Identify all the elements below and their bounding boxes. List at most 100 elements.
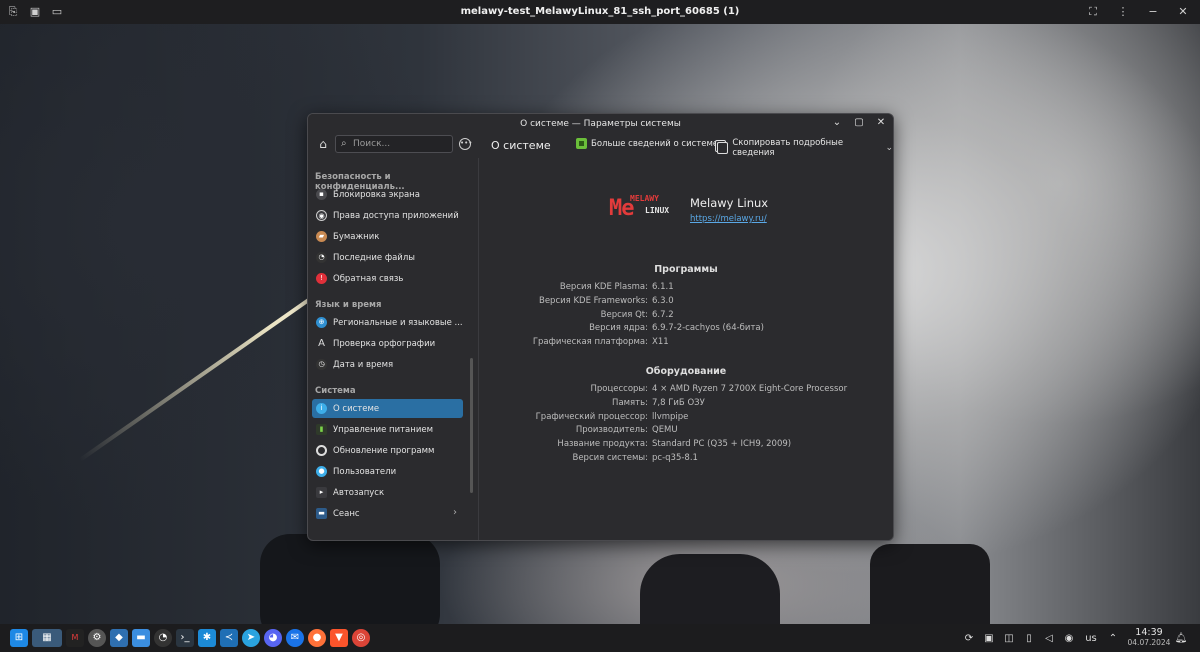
sidebar-item-session[interactable]: ▬ Сеанс › — [312, 504, 463, 523]
sidebar-item-users[interactable]: ● Пользователи — [312, 462, 463, 481]
spellcheck-icon: A — [318, 338, 325, 349]
search-input[interactable] — [353, 137, 448, 151]
virtual-desktops-icon[interactable]: ▦ — [32, 629, 62, 647]
sidebar-item-power[interactable]: ▮ Управление питанием — [312, 420, 463, 439]
info-value: 7,8 ГиБ ОЗУ — [652, 398, 705, 408]
info-key: Версия системы: — [572, 453, 648, 463]
software-row: Версия KDE Frameworks: 6.3.0 — [479, 296, 893, 308]
system-info-icon — [576, 138, 587, 149]
chevron-down-icon[interactable]: ⌄ — [885, 143, 893, 153]
permissions-icon: ◉ — [316, 210, 327, 221]
sidebar-item-region[interactable]: ⊕ Региональные и языковые ... — [312, 313, 463, 332]
home-icon[interactable]: ⌂ — [316, 137, 330, 151]
distro-name: Melawy Linux — [690, 196, 769, 210]
remote-window-title: melawy-test_MelawyLinux_81_ssh_port_6068… — [460, 6, 740, 17]
copy-details-button[interactable]: Скопировать подробные сведения ⌄ — [717, 138, 893, 158]
clock-date: 04.07.2024 — [1127, 638, 1171, 647]
window-maximize-button[interactable]: ▢ — [853, 117, 865, 129]
discover-store-icon[interactable]: ◆ — [110, 629, 128, 647]
updates-icon[interactable]: ⟳ — [960, 633, 978, 644]
info-value: pc-q35-8.1 — [652, 453, 698, 463]
close-icon[interactable]: ✕ — [1176, 4, 1190, 20]
volume-icon[interactable]: ◁ — [1040, 633, 1058, 644]
hardware-heading: Оборудование — [645, 366, 727, 377]
sidebar-item-date-time[interactable]: ◷ Дата и время — [312, 355, 463, 374]
chrome-icon[interactable]: ◎ — [352, 629, 370, 647]
discord-icon[interactable]: ◕ — [264, 629, 282, 647]
search-field[interactable]: ⌕ — [335, 135, 453, 153]
sidebar-section-language: Язык и время — [315, 300, 382, 310]
distro-url-link[interactable]: https://melawy.ru/ — [690, 214, 767, 224]
sidebar-item-label: Бумажник — [333, 232, 380, 242]
fullscreen-icon[interactable]: ⛶ — [1086, 4, 1100, 20]
sidebar-item-wallet[interactable]: ▰ Бумажник — [312, 227, 463, 246]
sidebar-item-app-permissions[interactable]: ◉ Права доступа приложений — [312, 206, 463, 225]
chevron-right-icon: › — [453, 507, 457, 518]
info-value: 6.3.0 — [652, 296, 674, 306]
more-info-button[interactable]: Больше сведений о системе — [576, 138, 718, 149]
store-tray-icon[interactable]: ◫ — [1000, 633, 1018, 644]
terminal-icon[interactable]: ›_ — [176, 629, 194, 647]
sidebar-item-label: Пользователи — [333, 467, 397, 477]
firefox-icon[interactable]: ● — [308, 629, 326, 647]
keyboard-layout[interactable]: us — [1080, 633, 1102, 644]
hardware-row: Производитель: QEMU — [479, 425, 893, 437]
window-minimize-button[interactable]: ⌄ — [831, 117, 843, 129]
search-icon: ⌕ — [341, 138, 347, 149]
sidebar-scrollbar[interactable] — [470, 358, 473, 493]
info-key: Версия ядра: — [589, 323, 648, 333]
software-row: Версия Qt: 6.7.2 — [479, 310, 893, 322]
system-settings-window: О системе — Параметры системы ⌄ ▢ ✕ ⌂ ⌕ … — [307, 113, 894, 541]
chevron-up-icon[interactable]: ⌃ — [1104, 633, 1122, 644]
sidebar-item-updates[interactable]: Обновление программ — [312, 441, 463, 460]
session-icon: ▬ — [316, 508, 327, 519]
system-monitor-icon[interactable]: ◔ — [154, 629, 172, 647]
info-icon: i — [316, 403, 327, 414]
clock[interactable]: 14:39 04.07.2024 — [1127, 628, 1171, 648]
more-options-button[interactable]: ••• — [459, 138, 472, 150]
sidebar-item-spellcheck[interactable]: A Проверка орфографии — [312, 334, 463, 353]
sidebar-item-recent-files[interactable]: ◔ Последние файлы — [312, 248, 463, 267]
melawy-app-icon[interactable]: M — [66, 629, 84, 647]
sidebar-item-about[interactable]: i О системе — [312, 399, 463, 418]
info-value: 4 × AMD Ryzen 7 2700X Eight-Core Process… — [652, 384, 848, 394]
minimize-icon[interactable]: − — [1146, 4, 1160, 20]
vscode-icon[interactable]: ≺ — [220, 629, 238, 647]
feedback-icon: ! — [316, 273, 327, 284]
thunderbird-icon[interactable]: ✉ — [286, 629, 304, 647]
sidebar-item-feedback[interactable]: ! Обратная связь — [312, 269, 463, 288]
file-manager-icon[interactable]: ▬ — [132, 629, 150, 647]
user-icon: ● — [316, 466, 327, 477]
software-row: Версия KDE Plasma: 6.1.1 — [479, 282, 893, 294]
software-heading: Программы — [654, 264, 718, 275]
network-icon[interactable]: ◉ — [1060, 633, 1078, 644]
window-close-button[interactable]: ✕ — [875, 117, 887, 129]
region-icon: ⊕ — [316, 317, 327, 328]
info-key: Производитель: — [575, 425, 648, 435]
screenshot-icon[interactable]: ▣ — [980, 633, 998, 644]
system-settings-icon[interactable]: ⚙ — [88, 629, 106, 647]
info-value: 6.9.7-2-cachyos (64-бита) — [652, 323, 764, 333]
page-title: О системе — [491, 139, 551, 152]
menu-dots-icon[interactable]: ⋮ — [1116, 4, 1130, 20]
start-menu-icon[interactable]: ⊞ — [10, 629, 28, 647]
info-value: QEMU — [652, 425, 678, 435]
autostart-icon: ▸ — [316, 487, 327, 498]
melawy-logo: Me MELAWY LINUX — [609, 192, 679, 221]
brave-icon[interactable]: ▼ — [330, 629, 348, 647]
clipboard-icon[interactable]: ▯ — [1020, 633, 1038, 644]
window-titlebar[interactable]: О системе — Параметры системы ⌄ ▢ ✕ — [308, 114, 893, 135]
kde-connect-icon[interactable]: ✱ — [198, 629, 216, 647]
notifications-bell-icon[interactable]: 🔔︎ — [1172, 633, 1190, 644]
sidebar-item-autostart[interactable]: ▸ Автозапуск — [312, 483, 463, 502]
sidebar-item-label: Обновление программ — [333, 446, 435, 456]
software-row: Графическая платформа: X11 — [479, 337, 893, 349]
wallpaper-strap — [640, 554, 780, 624]
info-value: 6.7.2 — [652, 310, 674, 320]
info-key: Память: — [612, 398, 648, 408]
telegram-icon[interactable]: ➤ — [242, 629, 260, 647]
sidebar-item-label: Проверка орфографии — [333, 339, 436, 349]
sidebar-item-screen-lock[interactable]: ▪ Блокировка экрана — [312, 185, 463, 204]
wallet-icon: ▰ — [316, 231, 327, 242]
hardware-row: Память: 7,8 ГиБ ОЗУ — [479, 398, 893, 410]
